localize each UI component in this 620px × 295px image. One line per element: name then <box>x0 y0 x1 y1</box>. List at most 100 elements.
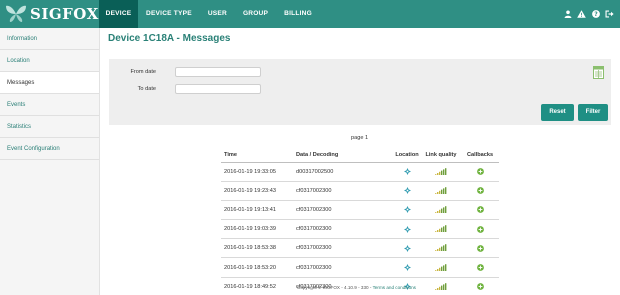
message-time: 2016-01-19 19:13:41 <box>221 200 293 221</box>
location-cell <box>393 219 421 240</box>
reset-button[interactable]: Reset <box>541 104 574 121</box>
from-date-label: From date <box>130 69 157 75</box>
table-row: 2016-01-19 18:53:38 cf0317002300 <box>221 238 499 259</box>
column-header-link-quality[interactable]: Link quality <box>421 148 461 163</box>
message-data: d00317002500 <box>293 162 393 182</box>
column-header-callbacks[interactable]: Callbacks <box>461 148 499 163</box>
location-icon[interactable] <box>403 187 411 195</box>
link-quality-cell <box>421 238 461 259</box>
message-data: cf0317002300 <box>293 238 393 259</box>
location-cell <box>393 238 421 259</box>
column-header-data[interactable]: Data / Decoding <box>293 148 393 163</box>
callbacks-cell <box>461 257 499 278</box>
table-row: 2016-01-19 18:53:20 cf0317002300 <box>221 257 499 278</box>
column-header-time[interactable]: Time <box>221 148 293 163</box>
link-quality-cell <box>421 277 461 295</box>
message-data: cf0317002300 <box>293 200 393 221</box>
header-actions: ? <box>563 0 614 28</box>
table-header-row: Time Data / Decoding Location Link quali… <box>221 148 499 163</box>
svg-text:?: ? <box>594 11 598 18</box>
link-quality-cell <box>421 219 461 240</box>
link-quality-cell <box>421 257 461 278</box>
message-time: 2016-01-19 18:53:20 <box>221 257 293 278</box>
message-time: 2016-01-19 18:49:52 <box>221 277 293 295</box>
sidebar-item-statistics[interactable]: Statistics <box>0 116 99 138</box>
callbacks-cell <box>461 238 499 259</box>
expand-callbacks-icon[interactable] <box>476 168 484 175</box>
signal-bars-icon <box>435 263 447 271</box>
expand-callbacks-icon[interactable] <box>476 187 484 195</box>
message-time: 2016-01-19 19:03:39 <box>221 219 293 240</box>
filter-button[interactable]: Filter <box>578 104 608 121</box>
expand-callbacks-icon[interactable] <box>476 206 484 214</box>
user-icon[interactable] <box>563 10 572 19</box>
callbacks-cell <box>461 200 499 221</box>
messages-table: Time Data / Decoding Location Link quali… <box>221 148 499 295</box>
table-row: 2016-01-19 19:23:43 cf0317002300 <box>221 181 499 201</box>
signal-bars-icon <box>435 244 447 252</box>
warning-icon[interactable] <box>577 10 586 19</box>
sidebar-item-events[interactable]: Events <box>0 94 99 116</box>
from-date-input[interactable] <box>175 67 261 77</box>
main-nav: DEVICE DEVICE TYPE USER GROUP BILLING <box>99 0 320 28</box>
nav-tab-billing[interactable]: BILLING <box>276 0 320 28</box>
message-time: 2016-01-19 18:53:38 <box>221 238 293 259</box>
message-data: cf0317002300 <box>293 257 393 278</box>
nav-tab-device-type[interactable]: DEVICE TYPE <box>138 0 200 28</box>
message-time: 2016-01-19 19:23:43 <box>221 181 293 201</box>
signal-bars-icon <box>435 282 447 290</box>
copyright-text: Copyright © SIGFOX - 4.10.9 - 330 - <box>297 285 373 290</box>
expand-callbacks-icon[interactable] <box>476 225 484 233</box>
callbacks-cell <box>461 162 499 182</box>
callbacks-cell <box>461 277 499 295</box>
expand-callbacks-icon[interactable] <box>476 283 484 291</box>
sidebar: Information Location Messages Events Sta… <box>0 28 100 295</box>
csv-export-icon[interactable] <box>593 66 604 79</box>
table-row: 2016-01-19 19:33:05 d00317002500 <box>221 162 499 182</box>
sidebar-item-location[interactable]: Location <box>0 50 99 72</box>
location-icon[interactable] <box>403 244 411 252</box>
nav-tab-group[interactable]: GROUP <box>235 0 276 28</box>
location-cell <box>393 200 421 221</box>
location-icon[interactable] <box>403 206 411 214</box>
top-navigation-bar: SIGFOX DEVICE DEVICE TYPE USER GROUP BIL… <box>0 0 620 28</box>
link-quality-cell <box>421 200 461 221</box>
to-date-label: To date <box>137 86 156 92</box>
logout-icon[interactable] <box>605 10 614 19</box>
message-data: cf0317002300 <box>293 219 393 240</box>
link-quality-cell <box>421 181 461 201</box>
callbacks-cell <box>461 219 499 240</box>
terms-link[interactable]: Terms and conditions <box>373 285 416 290</box>
nav-tab-user[interactable]: USER <box>200 0 235 28</box>
location-cell <box>393 257 421 278</box>
expand-callbacks-icon[interactable] <box>476 264 484 271</box>
help-icon[interactable]: ? <box>591 10 600 19</box>
callbacks-cell <box>461 181 499 201</box>
message-data: cf0317002300 <box>293 181 393 201</box>
location-icon[interactable] <box>403 225 411 233</box>
message-time: 2016-01-19 19:33:05 <box>221 162 293 182</box>
location-cell <box>393 162 421 182</box>
sigfox-logo[interactable]: SIGFOX <box>5 3 99 25</box>
table-row: 2016-01-19 19:03:39 cf0317002300 <box>221 219 499 240</box>
nav-tab-device[interactable]: DEVICE <box>99 0 138 28</box>
table-row: 2016-01-19 19:13:41 cf0317002300 <box>221 200 499 221</box>
signal-bars-icon <box>435 186 447 194</box>
sidebar-item-event-configuration[interactable]: Event Configuration <box>0 138 99 160</box>
column-header-location[interactable]: Location <box>393 148 421 163</box>
signal-bars-icon <box>435 225 447 233</box>
location-cell <box>393 181 421 201</box>
sidebar-item-messages[interactable]: Messages <box>0 72 99 94</box>
page-title: Device 1C18A - Messages <box>108 33 231 44</box>
to-date-input[interactable] <box>175 84 261 94</box>
location-icon[interactable] <box>403 264 411 272</box>
signal-bars-icon <box>435 206 447 213</box>
expand-callbacks-icon[interactable] <box>476 244 484 252</box>
link-quality-cell <box>421 162 461 182</box>
location-icon[interactable] <box>403 168 411 176</box>
page-indicator: page 1 <box>351 135 369 141</box>
signal-bars-icon <box>435 167 447 175</box>
footer: Copyright © SIGFOX - 4.10.9 - 330 - Term… <box>297 285 416 290</box>
brand-name: SIGFOX <box>30 5 99 23</box>
sidebar-item-information[interactable]: Information <box>0 28 99 50</box>
